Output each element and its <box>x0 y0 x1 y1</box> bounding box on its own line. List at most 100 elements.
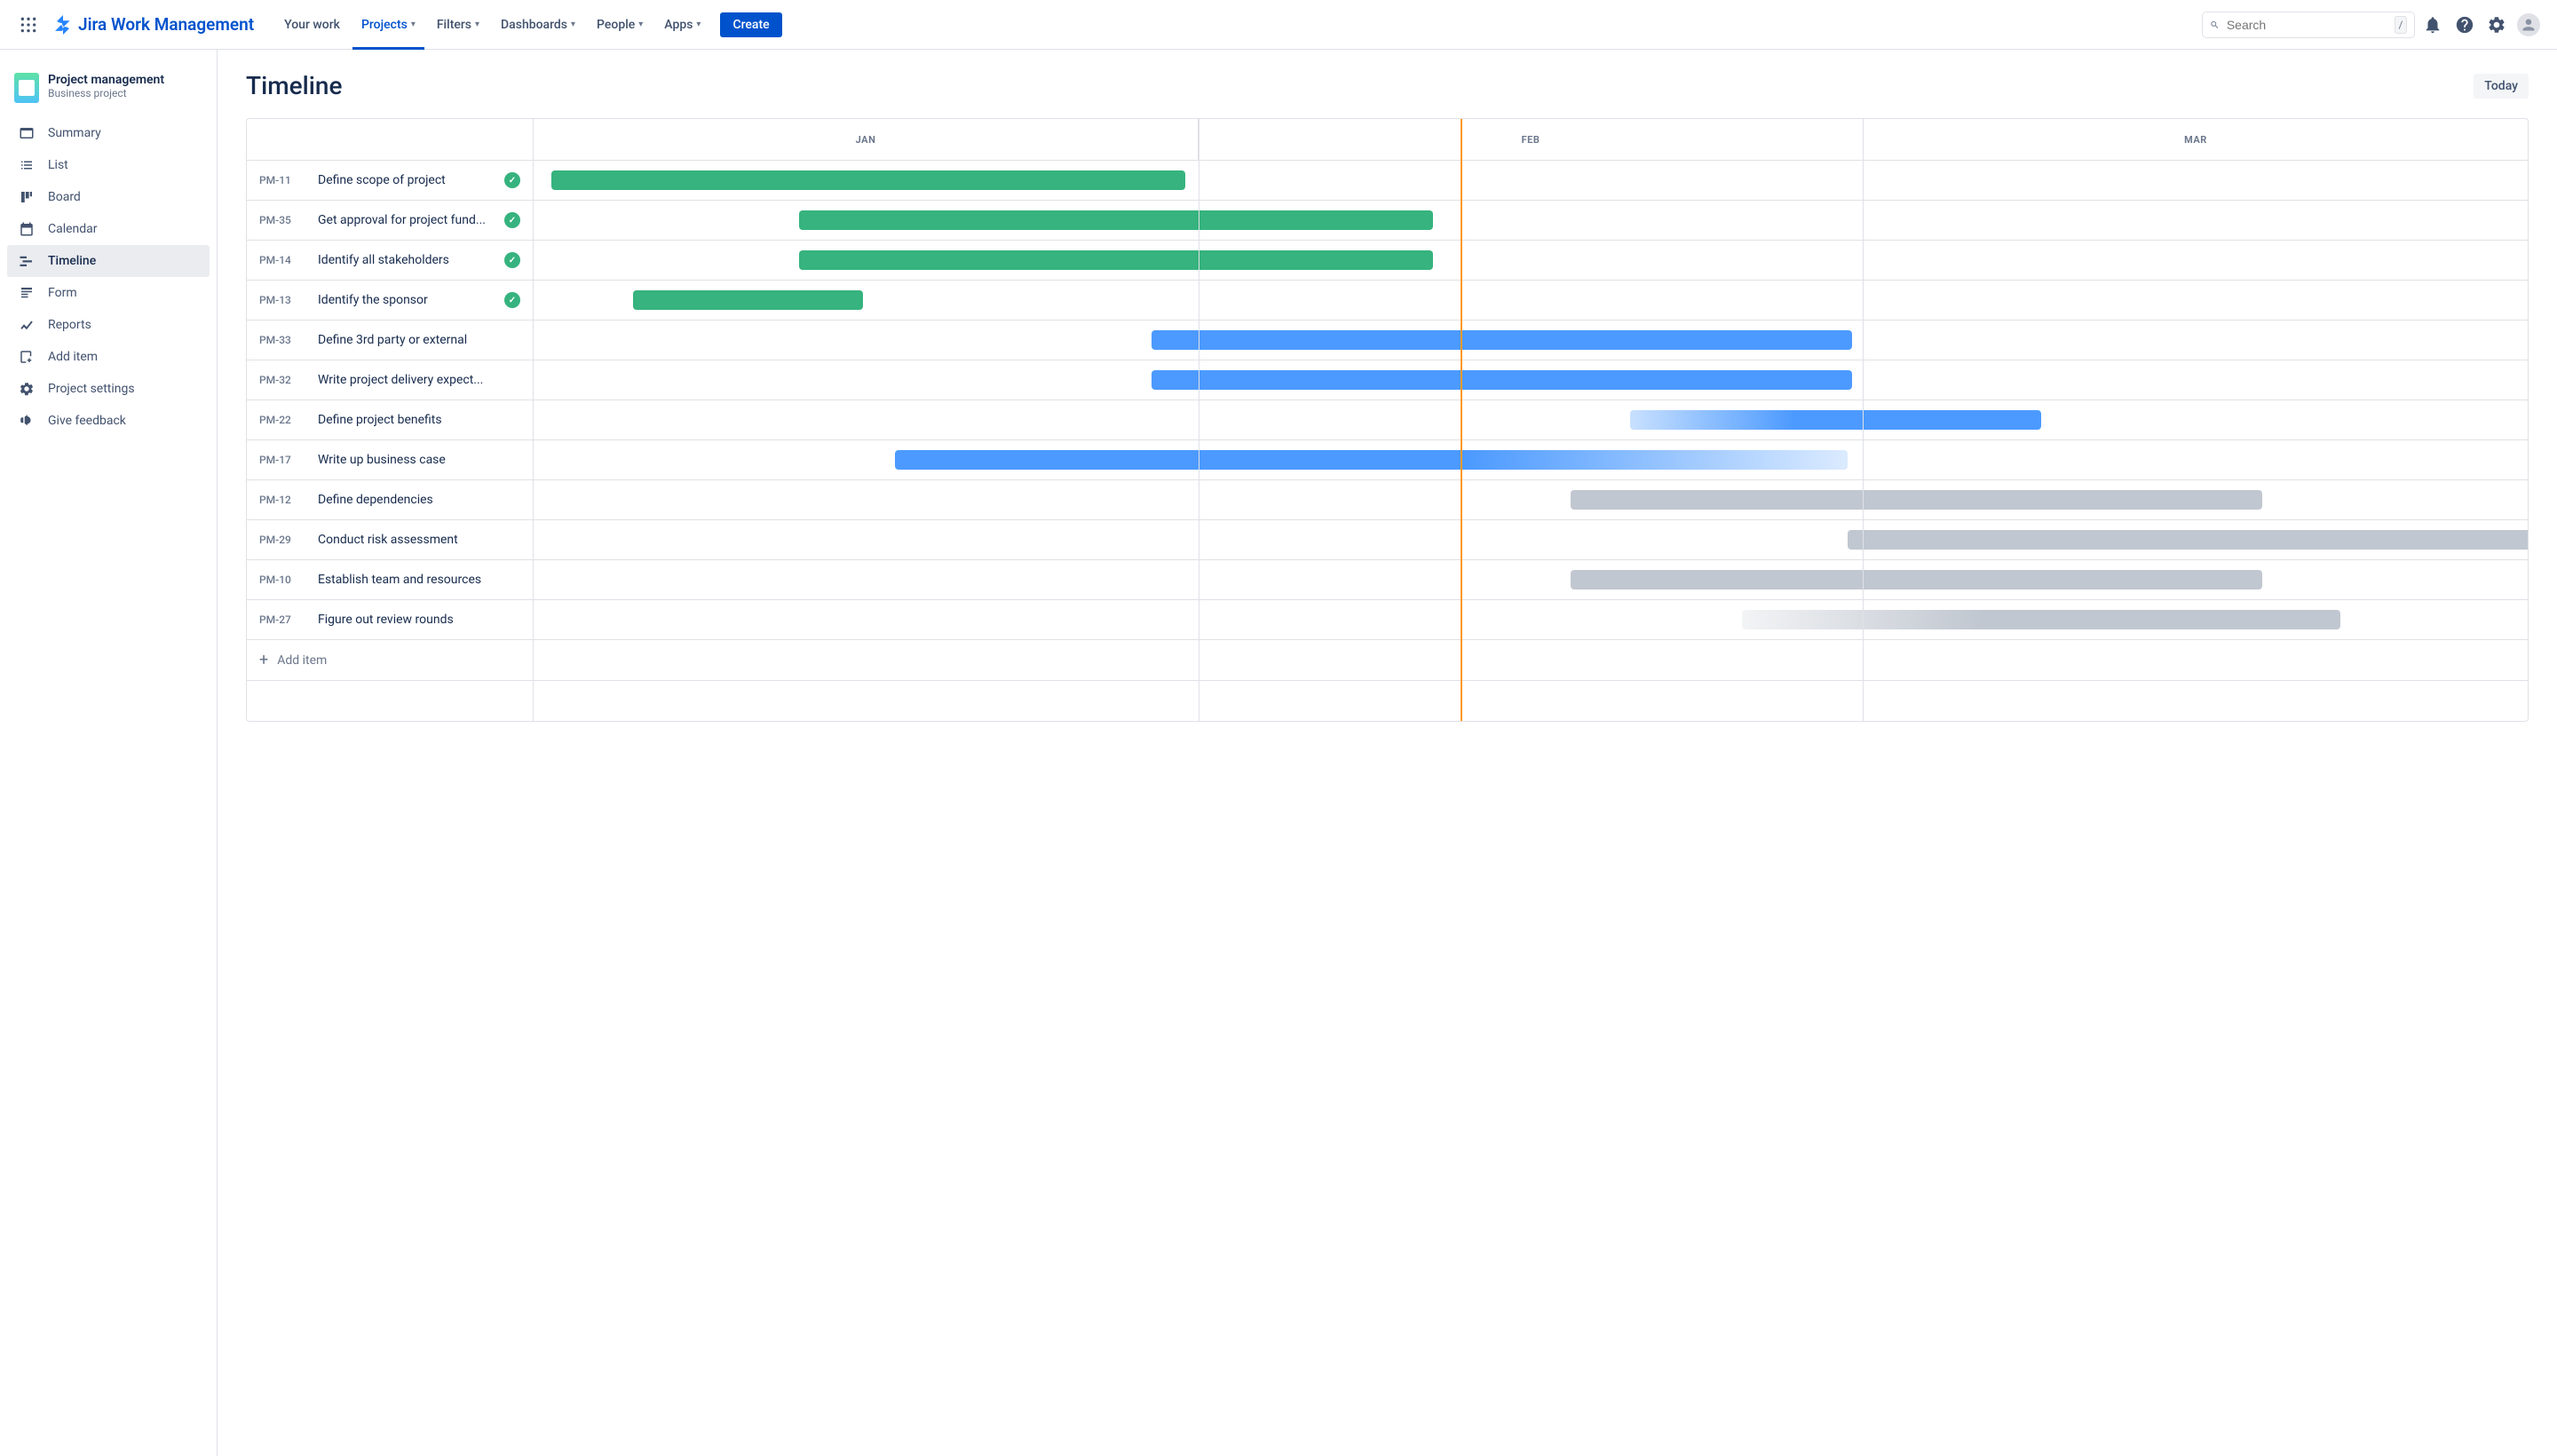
issue-key[interactable]: PM-14 <box>259 254 307 266</box>
sidebar-item-board[interactable]: Board <box>7 181 210 213</box>
product-logo[interactable]: Jira Work Management <box>46 14 261 35</box>
create-button[interactable]: Create <box>720 12 781 37</box>
issue-title[interactable]: Conduct risk assessment <box>318 533 520 547</box>
timeline-bar[interactable] <box>895 450 1848 470</box>
timeline-bar[interactable] <box>1848 530 2529 550</box>
issue-key[interactable]: PM-33 <box>259 334 307 346</box>
sidebar-label: Timeline <box>48 254 96 268</box>
sidebar-item-calendar[interactable]: Calendar <box>7 213 210 245</box>
timeline-row[interactable]: PM-32 Write project delivery expect... <box>247 360 2528 400</box>
issue-key[interactable]: PM-32 <box>259 374 307 386</box>
timeline-row[interactable]: PM-22 Define project benefits <box>247 400 2528 440</box>
add-item-cell[interactable]: + Add item <box>247 640 534 680</box>
sidebar-item-list[interactable]: List <box>7 149 210 181</box>
issue-key[interactable]: PM-10 <box>259 574 307 586</box>
timeline-row-info: PM-17 Write up business case <box>247 440 534 479</box>
timeline-row[interactable]: PM-35Get approval for project fund...✓ <box>247 201 2528 241</box>
issue-key[interactable]: PM-27 <box>259 613 307 626</box>
settings-icon[interactable] <box>2482 11 2511 39</box>
project-sidebar: Project management Business project Summ… <box>0 50 218 1456</box>
sidebar-label: Project settings <box>48 382 135 396</box>
timeline-bar[interactable] <box>1571 490 2262 510</box>
timeline-row[interactable]: PM-29 Conduct risk assessment <box>247 520 2528 560</box>
today-button[interactable]: Today <box>2474 74 2529 99</box>
timeline-row[interactable]: PM-12 Define dependencies <box>247 480 2528 520</box>
help-icon[interactable] <box>2450 11 2479 39</box>
timeline-bar[interactable] <box>1742 610 2340 629</box>
timeline-bar[interactable] <box>1571 570 2262 590</box>
timeline-bar[interactable] <box>1152 370 1851 390</box>
issue-title[interactable]: Define scope of project <box>318 173 494 187</box>
issue-title[interactable]: Write up business case <box>318 453 520 467</box>
summary-icon <box>18 125 36 141</box>
timeline-row[interactable]: PM-10 Establish team and resources <box>247 560 2528 600</box>
issue-title[interactable]: Figure out review rounds <box>318 613 520 627</box>
issue-title[interactable]: Identify the sponsor <box>318 293 494 307</box>
timeline-empty-row <box>247 681 2528 721</box>
nav-your-work[interactable]: Your work <box>275 12 349 37</box>
issue-title[interactable]: Define project benefits <box>318 413 520 427</box>
issue-title[interactable]: Define 3rd party or external <box>318 333 520 347</box>
sidebar-item-reports[interactable]: Reports <box>7 309 210 341</box>
project-header[interactable]: Project management Business project <box>7 67 210 117</box>
issue-key[interactable]: PM-29 <box>259 534 307 546</box>
timeline-row-track <box>534 400 2528 439</box>
add-item-label: Add item <box>277 653 327 668</box>
timeline-row[interactable]: PM-17 Write up business case <box>247 440 2528 480</box>
timeline-row[interactable]: PM-33 Define 3rd party or external <box>247 320 2528 360</box>
timeline-bar[interactable] <box>551 170 1185 190</box>
timeline-row-track <box>534 281 2528 320</box>
timeline-row[interactable]: PM-11Define scope of project✓ <box>247 161 2528 201</box>
timeline-bar[interactable] <box>633 290 862 310</box>
sidebar-item-timeline[interactable]: Timeline <box>7 245 210 277</box>
issue-title[interactable]: Write project delivery expect... <box>318 373 520 387</box>
issue-key[interactable]: PM-17 <box>259 454 307 466</box>
sidebar-item-form[interactable]: Form <box>7 277 210 309</box>
project-name: Project management <box>48 73 164 87</box>
issue-key[interactable]: PM-13 <box>259 294 307 306</box>
nav-label: Apps <box>664 18 693 32</box>
timeline-bar[interactable] <box>1630 410 2041 430</box>
timeline-row[interactable]: PM-14 Identify all stakeholders ✓ <box>247 241 2528 281</box>
issue-title[interactable]: Identify all stakeholders <box>318 253 494 267</box>
done-check-icon: ✓ <box>504 292 520 308</box>
issue-key[interactable]: PM-35 <box>259 214 307 226</box>
nav-filters[interactable]: Filters▾ <box>428 12 488 37</box>
add-item-row[interactable]: + Add item <box>247 640 2528 681</box>
sidebar-item-summary[interactable]: Summary <box>7 117 210 149</box>
timeline-row-info: PM-12 Define dependencies <box>247 480 534 519</box>
timeline-row-info: PM-32 Write project delivery expect... <box>247 360 534 400</box>
issue-title[interactable]: Establish team and resources <box>318 573 520 587</box>
search-input[interactable] <box>2227 18 2387 32</box>
nav-dashboards[interactable]: Dashboards▾ <box>492 12 584 37</box>
done-check-icon: ✓ <box>504 252 520 268</box>
sidebar-item-add[interactable]: Add item <box>7 341 210 373</box>
plus-icon: + <box>259 653 268 669</box>
megaphone-icon <box>18 413 36 429</box>
notifications-icon[interactable] <box>2418 11 2447 39</box>
timeline-bar[interactable] <box>1152 330 1851 350</box>
app-switcher-icon[interactable] <box>14 11 43 39</box>
sidebar-item-settings[interactable]: Project settings <box>7 373 210 405</box>
nav-apps[interactable]: Apps▾ <box>655 12 709 37</box>
issue-title[interactable]: Define dependencies <box>318 493 520 507</box>
timeline-row[interactable]: PM-13 Identify the sponsor ✓ <box>247 281 2528 320</box>
list-icon <box>18 157 36 173</box>
nav-projects[interactable]: Projects▾ <box>352 12 424 37</box>
timeline-row-info: PM-27 Figure out review rounds <box>247 600 534 639</box>
calendar-icon <box>18 221 36 237</box>
timeline-bar[interactable] <box>799 210 1433 230</box>
timeline-bar[interactable] <box>799 250 1433 270</box>
search-input-wrapper[interactable]: / <box>2202 12 2415 38</box>
issue-title[interactable]: Get approval for project fund... <box>318 213 494 227</box>
profile-avatar[interactable] <box>2514 11 2543 39</box>
nav-people[interactable]: People▾ <box>588 12 652 37</box>
timeline-row[interactable]: PM-27 Figure out review rounds <box>247 600 2528 640</box>
issue-key[interactable]: PM-11 <box>259 174 307 186</box>
sidebar-item-feedback[interactable]: Give feedback <box>7 405 210 437</box>
timeline-icon <box>18 253 36 269</box>
issue-key[interactable]: PM-12 <box>259 494 307 506</box>
issue-key[interactable]: PM-22 <box>259 414 307 426</box>
jira-icon <box>53 15 73 35</box>
gear-icon <box>18 381 36 397</box>
